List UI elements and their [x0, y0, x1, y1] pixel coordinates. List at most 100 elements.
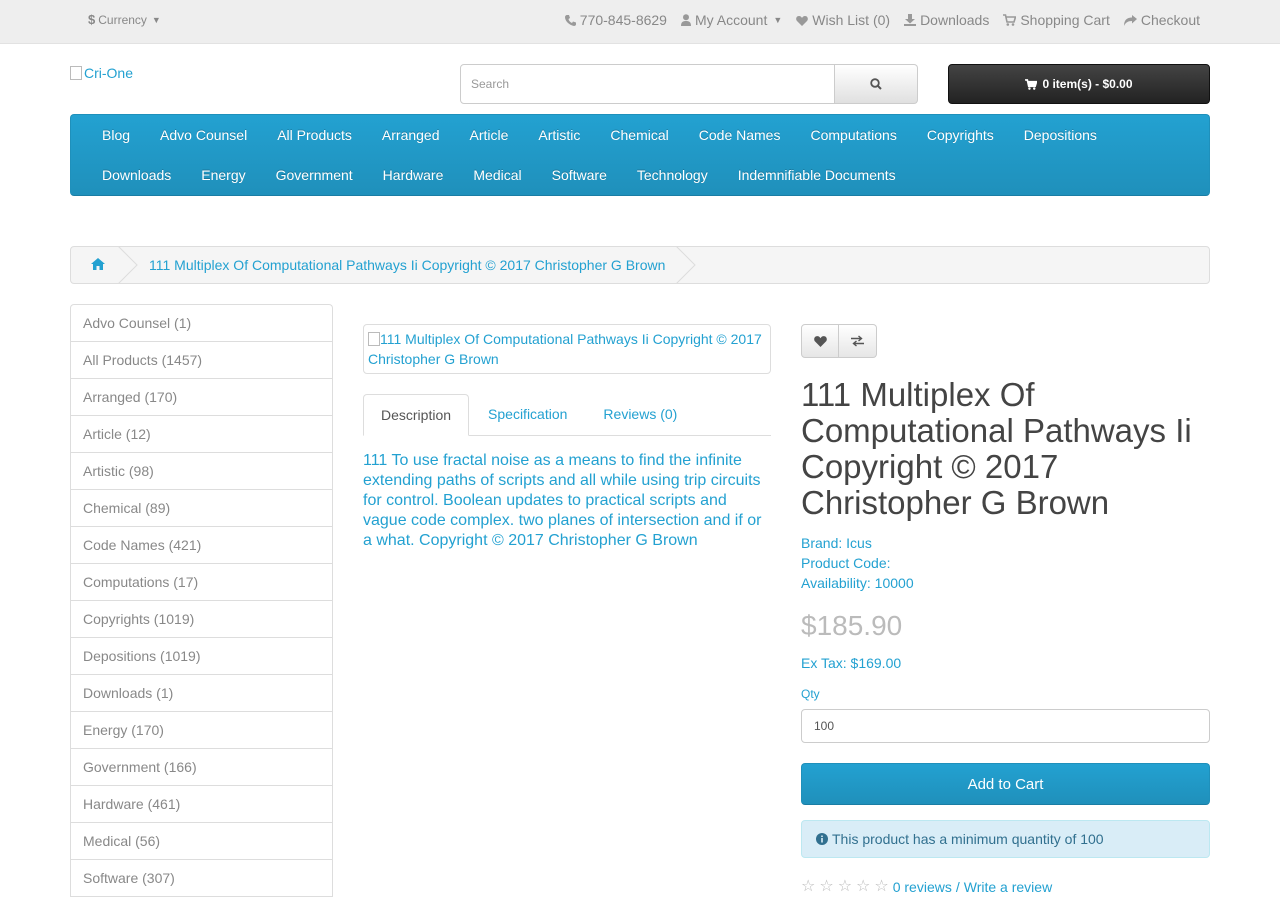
downloads-label: Downloads — [920, 12, 990, 28]
menu-item-energy[interactable]: Energy — [186, 165, 260, 186]
star-empty-icon: ☆ — [837, 878, 853, 895]
heart-icon — [813, 336, 827, 347]
product-rating: ☆ ☆ ☆ ☆ ☆ 0 reviews / Write a review — [801, 878, 1052, 896]
sidebar-item-arranged[interactable]: Arranged (170) — [71, 379, 332, 416]
shopping-cart-link[interactable]: Shopping Cart — [1003, 12, 1110, 28]
sidebar-item-advo-counsel[interactable]: Advo Counsel (1) — [71, 305, 332, 342]
star-empty-icon: ☆ — [874, 878, 889, 895]
breadcrumb-separator — [117, 246, 138, 284]
sidebar-item-medical[interactable]: Medical (56) — [71, 823, 332, 860]
product-brand: Brand: Icus — [801, 535, 872, 551]
product-actions — [801, 324, 877, 358]
compare-button[interactable] — [839, 324, 877, 358]
search-icon — [870, 78, 882, 90]
sidebar-item-government[interactable]: Government (166) — [71, 749, 332, 786]
wishlist-link[interactable]: Wish List (0) — [796, 12, 890, 28]
add-to-wishlist-button[interactable] — [801, 324, 839, 358]
menu-item-code-names[interactable]: Code Names — [684, 125, 796, 146]
search-button[interactable] — [835, 64, 918, 104]
currency-dropdown[interactable]: $ Currency ▼ — [88, 12, 161, 27]
reviews-link[interactable]: 0 reviews — [893, 879, 952, 895]
sidebar-item-code-names[interactable]: Code Names (421) — [71, 527, 332, 564]
sidebar-item-hardware[interactable]: Hardware (461) — [71, 786, 332, 823]
product-image[interactable]: 111 Multiplex Of Computational Pathways … — [363, 324, 771, 374]
dollar-icon: $ — [88, 12, 96, 27]
star-empty-icon: ☆ — [856, 878, 871, 895]
menu-item-indemnifiable-documents[interactable]: Indemnifiable Documents — [723, 165, 911, 186]
menu-item-blog[interactable]: Blog — [87, 125, 145, 146]
tab-description[interactable]: Description — [363, 394, 470, 436]
menu-item-hardware[interactable]: Hardware — [368, 165, 459, 186]
menu-item-medical[interactable]: Medical — [458, 165, 536, 186]
my-account-label: My Account — [694, 12, 768, 28]
sidebar-item-depositions[interactable]: Depositions (1019) — [71, 638, 332, 675]
menu-item-downloads[interactable]: Downloads — [87, 165, 186, 186]
sidebar-item-all-products[interactable]: All Products (1457) — [71, 342, 332, 379]
product-availability: Availability: 10000 — [801, 575, 914, 591]
menu-item-arranged[interactable]: Arranged — [367, 125, 455, 146]
tab-specification[interactable]: Specification — [471, 394, 584, 435]
sidebar-item-artistic[interactable]: Artistic (98) — [71, 453, 332, 490]
breadcrumb: 111 Multiplex Of Computational Pathways … — [70, 246, 1210, 284]
breadcrumb-current[interactable]: 111 Multiplex Of Computational Pathways … — [149, 257, 665, 273]
cart-summary-text: 0 item(s) - $0.00 — [1042, 77, 1133, 91]
quantity-input[interactable] — [801, 709, 1210, 743]
category-menu: Blog Advo Counsel All Products Arranged … — [70, 114, 1210, 196]
store-logo[interactable]: Cri-One — [70, 65, 133, 81]
menu-item-copyrights[interactable]: Copyrights — [912, 125, 1009, 146]
breadcrumb-home[interactable] — [91, 257, 105, 273]
sidebar-item-software[interactable]: Software (307) — [71, 860, 332, 897]
phone-icon — [564, 15, 576, 26]
broken-image-icon — [368, 332, 380, 346]
menu-item-computations[interactable]: Computations — [795, 125, 911, 146]
broken-image-icon — [70, 66, 82, 80]
tab-reviews[interactable]: Reviews (0) — [586, 394, 694, 435]
checkout-label: Checkout — [1140, 12, 1200, 28]
sidebar-item-downloads[interactable]: Downloads (1) — [71, 675, 332, 712]
logo-alt-text: Cri-One — [84, 65, 134, 81]
checkout-link[interactable]: Checkout — [1123, 12, 1200, 28]
downloads-link[interactable]: Downloads — [904, 12, 989, 28]
cart-summary-button[interactable]: 0 item(s) - $0.00 — [948, 64, 1210, 104]
availability-value: 10000 — [874, 575, 914, 591]
star-empty-icon: ☆ — [819, 878, 834, 895]
sidebar-item-article[interactable]: Article (12) — [71, 416, 332, 453]
my-account-dropdown[interactable]: My Account ▼ — [680, 12, 783, 28]
product-code: Product Code: — [801, 555, 891, 571]
min-quantity-alert: This product has a minimum quantity of 1… — [801, 820, 1210, 858]
add-to-cart-button[interactable]: Add to Cart — [801, 763, 1210, 805]
sidebar-item-computations[interactable]: Computations (17) — [71, 564, 332, 601]
sidebar-item-copyrights[interactable]: Copyrights (1019) — [71, 601, 332, 638]
menu-item-chemical[interactable]: Chemical — [595, 125, 683, 146]
exchange-icon — [851, 335, 864, 347]
shopping-cart-label: Shopping Cart — [1020, 12, 1110, 28]
menu-row-2: Downloads Energy Government Hardware Med… — [87, 165, 911, 186]
product-tabs: Description Specification Reviews (0) — [363, 394, 771, 436]
search-input[interactable] — [460, 64, 835, 104]
wishlist-label: Wish List (0) — [812, 12, 891, 28]
user-icon — [680, 14, 691, 26]
brand-link[interactable]: Icus — [846, 535, 872, 551]
cart-icon — [1025, 78, 1038, 90]
product-code-label: Product Code: — [801, 555, 891, 571]
menu-item-software[interactable]: Software — [537, 165, 622, 186]
write-review-link[interactable]: Write a review — [964, 879, 1052, 895]
phone-link[interactable]: 770-845-8629 — [564, 12, 667, 28]
menu-item-artistic[interactable]: Artistic — [523, 125, 595, 146]
review-separator: / — [955, 879, 960, 895]
menu-item-article[interactable]: Article — [455, 125, 524, 146]
ex-tax-price: Ex Tax: $169.00 — [801, 655, 902, 671]
menu-item-all-products[interactable]: All Products — [262, 125, 367, 146]
menu-item-technology[interactable]: Technology — [622, 165, 723, 186]
sidebar-item-energy[interactable]: Energy (170) — [71, 712, 332, 749]
menu-item-advo-counsel[interactable]: Advo Counsel — [145, 125, 262, 146]
sidebar-item-chemical[interactable]: Chemical (89) — [71, 490, 332, 527]
availability-label: Availability: — [801, 575, 871, 591]
star-empty-icon: ☆ — [801, 878, 816, 895]
menu-item-depositions[interactable]: Depositions — [1009, 125, 1112, 146]
min-quantity-text: This product has a minimum quantity of 1… — [832, 831, 1104, 847]
phone-number: 770-845-8629 — [579, 12, 667, 28]
menu-item-government[interactable]: Government — [261, 165, 368, 186]
caret-down-icon: ▼ — [773, 15, 783, 25]
share-icon — [1123, 14, 1137, 26]
